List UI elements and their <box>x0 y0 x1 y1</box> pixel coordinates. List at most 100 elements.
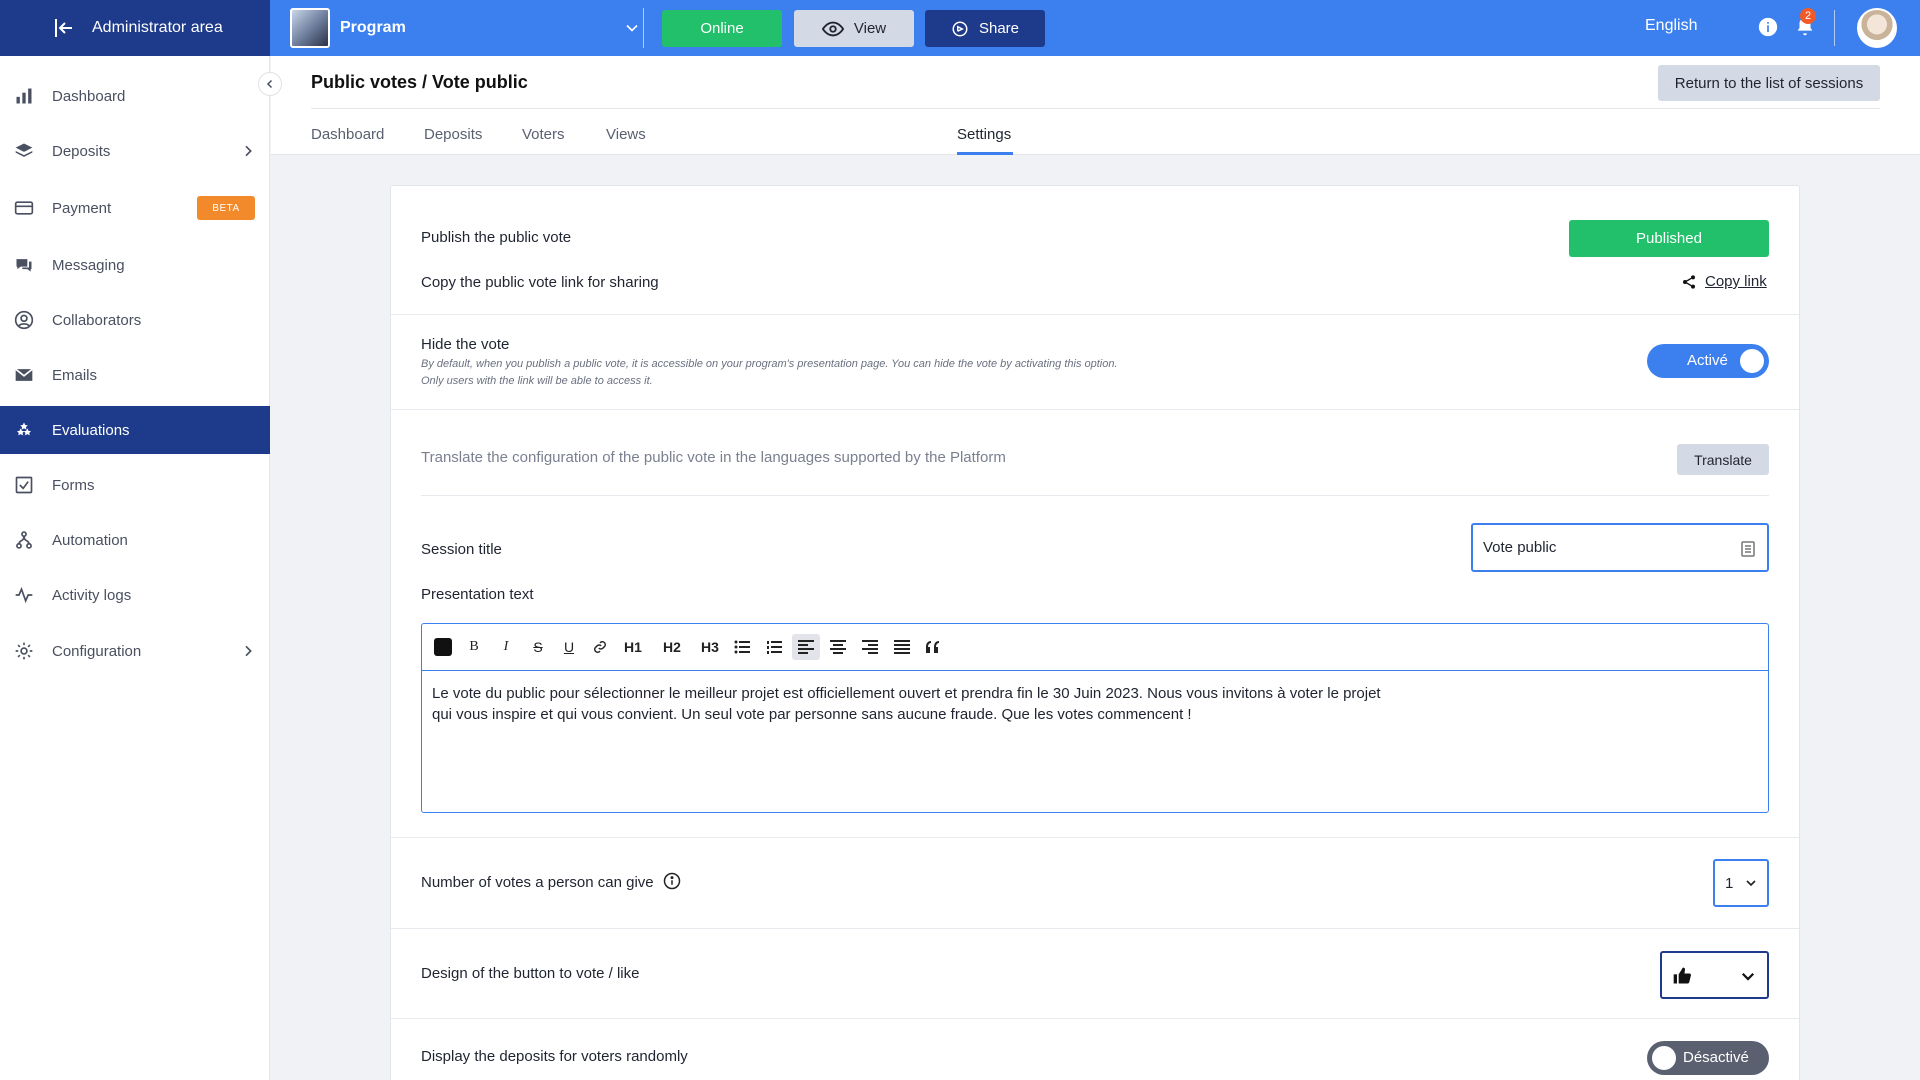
rich-text-editor[interactable]: B I S U H1 H2 H3 Le vote du public pour … <box>421 623 1769 813</box>
bar-chart-icon <box>16 88 32 104</box>
sidebar-item-activity-logs[interactable]: Activity logs <box>0 571 270 619</box>
align-justify-button[interactable] <box>888 634 916 660</box>
beta-badge: BETA <box>197 196 255 220</box>
administrator-area-link[interactable]: Administrator area <box>0 0 270 56</box>
link-button[interactable] <box>586 634 614 660</box>
align-center-icon <box>830 640 846 654</box>
text-color-button[interactable] <box>429 634 457 660</box>
align-right-icon <box>862 640 878 654</box>
chevron-right-icon <box>245 145 252 157</box>
presentation-text-label: Presentation text <box>421 586 534 603</box>
sidebar-item-deposits[interactable]: Deposits <box>0 127 270 175</box>
hide-vote-description: By default, when you publish a public vo… <box>421 358 1118 387</box>
align-right-button[interactable] <box>856 634 884 660</box>
session-title-input[interactable]: Vote public <box>1471 523 1769 572</box>
editor-content[interactable]: Le vote du public pour sélectionner le m… <box>432 683 1392 725</box>
share-icon <box>952 21 968 36</box>
checkbox-icon <box>15 476 33 494</box>
translate-description: Translate the configuration of the publi… <box>421 449 1006 466</box>
tab-settings[interactable]: Settings <box>957 126 1011 143</box>
exit-icon <box>55 19 72 37</box>
hide-vote-toggle[interactable]: Activé <box>1647 344 1769 378</box>
sidebar-item-evaluations[interactable]: Evaluations <box>0 406 270 454</box>
tab-deposits[interactable]: Deposits <box>424 126 482 143</box>
bold-button[interactable]: B <box>460 634 488 660</box>
session-title-value: Vote public <box>1483 539 1557 556</box>
credit-card-icon <box>14 201 34 215</box>
administrator-area-label: Administrator area <box>92 19 223 36</box>
sidebar-item-forms[interactable]: Forms <box>0 461 270 509</box>
thumbs-up-icon <box>1673 967 1691 984</box>
language-selector[interactable]: English <box>1645 17 1697 35</box>
session-title-label: Session title <box>421 541 502 558</box>
program-name: Program <box>340 19 406 36</box>
italic-button[interactable]: I <box>492 634 520 660</box>
gear-icon <box>15 642 33 660</box>
tab-dashboard[interactable]: Dashboard <box>311 126 384 143</box>
bullet-list-icon <box>734 640 750 654</box>
sidebar-item-configuration[interactable]: Configuration <box>0 627 270 675</box>
strikethrough-button[interactable]: S <box>524 634 552 660</box>
publish-label: Publish the public vote <box>421 229 572 246</box>
translate-button[interactable]: Translate <box>1677 444 1769 475</box>
divider <box>391 314 1799 315</box>
page-header: Public votes / Vote public Return to the… <box>271 56 1920 155</box>
info-icon[interactable] <box>1758 17 1778 37</box>
divider <box>391 409 1799 410</box>
envelope-icon <box>15 368 33 381</box>
avatar[interactable] <box>1857 8 1897 48</box>
random-deposits-toggle[interactable]: Désactivé <box>1647 1041 1769 1075</box>
share-label: Share <box>978 20 1020 37</box>
h1-button[interactable]: H1 <box>619 634 647 660</box>
sidebar-item-label: Dashboard <box>52 87 126 105</box>
sidebar-item-emails[interactable]: Emails <box>0 351 270 399</box>
blockquote-button[interactable] <box>919 634 947 660</box>
vote-button-design-select[interactable] <box>1660 951 1769 999</box>
view-label: View <box>853 20 887 37</box>
votes-per-person-label: Number of votes a person can give <box>421 874 654 891</box>
online-button[interactable]: Online <box>662 10 782 47</box>
h3-button[interactable]: H3 <box>696 634 724 660</box>
active-tab-indicator <box>957 152 1013 155</box>
sidebar-item-label: Collaborators <box>52 311 142 329</box>
view-button[interactable]: View <box>794 10 914 47</box>
sidebar-item-payment[interactable]: Payment BETA <box>0 184 270 232</box>
user-circle-icon <box>14 310 34 330</box>
sidebar-item-collaborators[interactable]: Collaborators <box>0 296 270 344</box>
sidebar-item-dashboard[interactable]: Dashboard <box>0 72 270 120</box>
chevron-right-icon <box>245 645 252 657</box>
settings-card: Publish the public vote Published Copy t… <box>390 185 1800 1080</box>
return-label: Return to the list of sessions <box>1674 74 1864 92</box>
copy-link-button[interactable]: Copy link <box>1681 273 1767 290</box>
share-nodes-icon <box>1683 274 1695 289</box>
chevron-left-icon <box>266 79 273 89</box>
toggle-knob <box>1652 1046 1676 1070</box>
divider <box>421 495 1769 496</box>
program-selector[interactable]: Program <box>290 6 644 50</box>
divider <box>311 108 1880 109</box>
italic-label: I <box>503 639 509 654</box>
votes-count-select[interactable]: 1 <box>1713 859 1769 907</box>
h2-button[interactable]: H2 <box>658 634 686 660</box>
sidebar-item-automation[interactable]: Automation <box>0 516 270 564</box>
sidebar-item-label: Forms <box>52 476 95 494</box>
divider <box>391 837 1799 838</box>
underline-button[interactable]: U <box>555 634 583 660</box>
ordered-list-button[interactable] <box>760 634 788 660</box>
copy-link-label: Copy link <box>1705 273 1767 290</box>
share-button[interactable]: Share <box>925 10 1045 47</box>
bullet-list-button[interactable] <box>728 634 756 660</box>
tab-views[interactable]: Views <box>606 126 646 143</box>
published-button[interactable]: Published <box>1569 220 1769 257</box>
return-to-sessions-button[interactable]: Return to the list of sessions <box>1658 65 1880 101</box>
collapse-sidebar-button[interactable] <box>258 72 282 96</box>
sidebar-item-messaging[interactable]: Messaging <box>0 241 270 289</box>
divider <box>643 8 644 48</box>
align-center-button[interactable] <box>824 634 852 660</box>
align-left-button[interactable] <box>792 634 820 660</box>
toggle-label: Activé <box>1687 352 1728 369</box>
tab-voters[interactable]: Voters <box>522 126 565 143</box>
vote-button-design-label: Design of the button to vote / like <box>421 965 640 982</box>
toggle-label: Désactivé <box>1683 1049 1749 1066</box>
info-icon[interactable] <box>663 872 681 890</box>
